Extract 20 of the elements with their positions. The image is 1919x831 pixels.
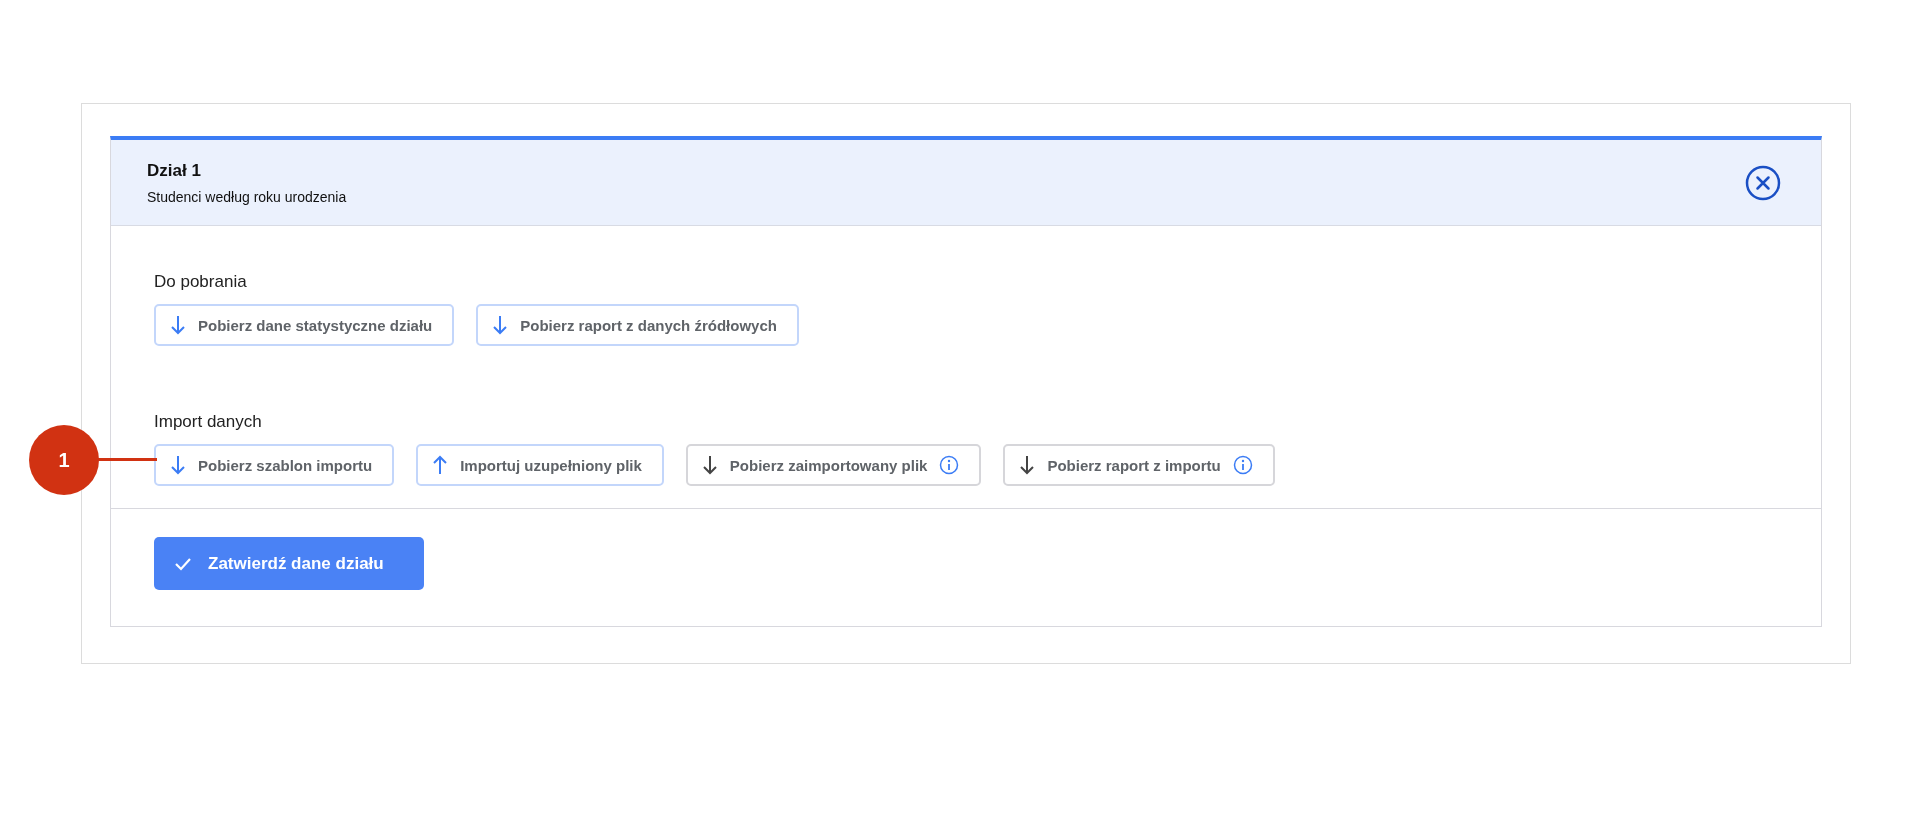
arrow-down-icon	[170, 315, 186, 335]
download-button[interactable]: Pobierz raport z danych źródłowych	[476, 304, 799, 346]
close-button[interactable]	[1745, 164, 1781, 201]
section-subtitle: Studenci według roku urodzenia	[147, 188, 347, 205]
group-label: Do pobrania	[154, 272, 247, 292]
group-label: Import danych	[154, 412, 262, 432]
upload-button[interactable]: Importuj uzupełniony plik	[416, 444, 664, 486]
arrow-down-icon	[701, 455, 718, 475]
arrow-down-icon	[1019, 455, 1036, 475]
arrow-down-icon	[170, 455, 186, 475]
arrow-down-icon	[492, 315, 509, 335]
check-icon	[174, 556, 192, 571]
download-button[interactable]: Pobierz dane statystyczne działu	[154, 304, 455, 346]
section-title: Dział 1	[147, 160, 202, 181]
callout-badge: 1	[29, 425, 99, 495]
download-button[interactable]: Pobierz szablon importu	[154, 444, 395, 486]
confirm-button[interactable]: Zatwierdź dane działu	[154, 537, 424, 590]
arrow-up-icon	[432, 455, 449, 475]
leader-line	[97, 458, 157, 461]
close-icon	[1745, 164, 1781, 201]
